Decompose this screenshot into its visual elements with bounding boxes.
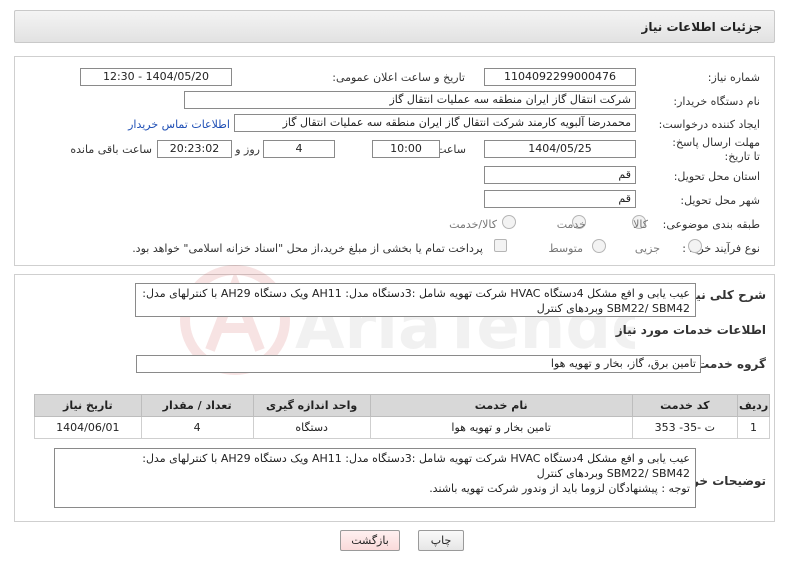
col-service-code: کد خدمت	[631, 394, 739, 417]
buyer-notes-text: عیب یابی و افع مشکل 4دستگاه HVAC شرکت ته…	[54, 448, 696, 508]
need-number-label: شماره نیاز:	[707, 71, 760, 84]
category-option-service: خدمت	[556, 218, 586, 231]
city-label: شهر محل تحویل:	[680, 194, 760, 207]
remaining-label: ساعت باقی مانده	[70, 143, 152, 156]
deadline-time-label: ساعت	[436, 143, 466, 156]
cell-service-code: ت -35- 353	[631, 416, 739, 439]
col-need-date: تاریخ نیاز	[34, 394, 142, 417]
cell-unit: دستگاه	[252, 416, 371, 439]
process-radio-minor[interactable]	[688, 239, 702, 253]
announce-field: 1404/05/20 - 12:30	[80, 68, 232, 86]
category-option-goods: کالا	[633, 218, 648, 231]
treasury-payment-checkbox[interactable]	[494, 239, 507, 252]
need-info-panel	[14, 56, 775, 266]
buyer-contact-link[interactable]: اطلاعات تماس خریدار	[128, 118, 230, 131]
payment-note: پرداخت تمام یا بخشی از مبلغ خرید،از محل …	[132, 242, 483, 255]
remaining-time-field: 20:23:02	[157, 140, 232, 158]
category-label: طبقه بندی موضوعی:	[662, 218, 760, 231]
announce-label: تاریخ و ساعت اعلان عمومی:	[332, 71, 465, 84]
services-table: ردیف کد خدمت نام خدمت واحد اندازه گیری ت…	[34, 394, 770, 439]
category-option-goods-service: کالا/خدمت	[449, 218, 497, 231]
page-title: جزئیات اطلاعات نیاز	[641, 20, 762, 34]
buyer-notes-line-3: توجه : پیشنهادگان لزوما باید از وندور شر…	[429, 482, 690, 495]
requester-label: ایجاد کننده درخواست:	[658, 118, 760, 131]
buyer-notes-line-2: SBM22/ SBM42 وبردهای کنترل	[536, 467, 690, 480]
process-radio-medium[interactable]	[592, 239, 606, 253]
table-header-row: ردیف کد خدمت نام خدمت واحد اندازه گیری ت…	[34, 394, 770, 417]
back-button[interactable]: بازگشت	[340, 530, 400, 551]
province-label: استان محل تحویل:	[673, 170, 760, 183]
province-field: قم	[484, 166, 636, 184]
services-section-title: اطلاعات خدمات مورد نیاز	[615, 323, 766, 337]
service-group-label: گروه خدمت:	[692, 357, 766, 371]
page-header: جزئیات اطلاعات نیاز	[14, 10, 775, 43]
process-option-minor: جزیی	[634, 242, 660, 255]
buyer-notes-line-1: عیب یابی و افع مشکل 4دستگاه HVAC شرکت ته…	[142, 452, 690, 465]
cell-service-name: تامین بخار و تهویه هوا	[369, 416, 633, 439]
summary-text: عیب یابی و افع مشکل 4دستگاه HVAC شرکت ته…	[135, 283, 696, 317]
deadline-date-field: 1404/05/25	[484, 140, 636, 158]
buyer-org-field: شرکت انتقال گاز ایران منطقه سه عملیات ان…	[184, 91, 636, 109]
need-number-field: 1104092299000476	[484, 68, 636, 86]
cell-need-date: 1404/06/01	[34, 416, 142, 439]
requester-field: محمدرضا آلبویه کارمند شرکت انتقال گاز ای…	[234, 114, 636, 132]
city-field: قم	[484, 190, 636, 208]
table-row: 1 ت -35- 353 تامین بخار و تهویه هوا دستگ…	[34, 416, 770, 439]
deadline-label: مهلت ارسال پاسخ: تا تاریخ:	[672, 136, 760, 163]
days-label: روز و	[235, 143, 260, 156]
service-group-field: تامین برق، گاز، بخار و تهویه هوا	[136, 355, 701, 373]
cell-row: 1	[737, 416, 770, 439]
buyer-org-label: نام دستگاه خریدار:	[673, 95, 760, 108]
process-option-medium: متوسط	[548, 242, 583, 255]
deadline-time-field: 10:00	[372, 140, 440, 158]
col-unit: واحد اندازه گیری	[252, 394, 371, 417]
print-button[interactable]: چاپ	[418, 530, 464, 551]
category-radio-goods-service[interactable]	[502, 215, 516, 229]
days-count-field: 4	[263, 140, 335, 158]
cell-quantity: 4	[140, 416, 254, 439]
col-row: ردیف	[737, 394, 770, 417]
col-service-name: نام خدمت	[369, 394, 633, 417]
col-quantity: تعداد / مقدار	[140, 394, 254, 417]
